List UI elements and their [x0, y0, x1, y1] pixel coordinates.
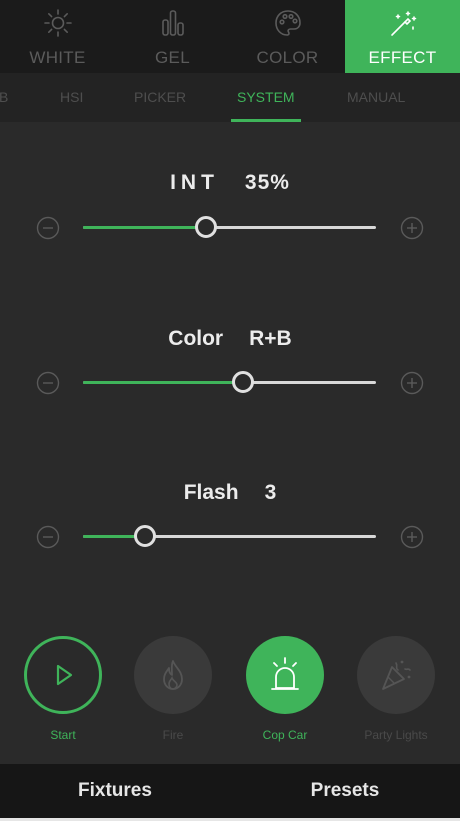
flash-slider[interactable]: [83, 525, 376, 547]
intensity-value: 35%: [244, 171, 290, 194]
effect-party-lights-circle: [357, 636, 435, 714]
effect-fire-label: Fire: [162, 728, 184, 742]
fixtures-button[interactable]: Fixtures: [0, 764, 230, 818]
effect-fire-button[interactable]: Fire: [118, 636, 228, 742]
gel-bars-icon: [158, 8, 188, 43]
effect-cop-car-button[interactable]: Cop Car: [230, 636, 340, 742]
tab-color-label: COLOR: [256, 48, 319, 67]
tab-picker[interactable]: PICKER: [134, 73, 186, 122]
color-label: Color: [168, 327, 224, 350]
tab-gel-label: GEL: [155, 48, 190, 67]
color-title: Color R+B: [0, 327, 460, 351]
color-slider-fill: [83, 381, 243, 384]
active-tab-indicator: [231, 119, 301, 122]
intensity-slider[interactable]: [83, 216, 376, 238]
tab-gel[interactable]: GEL: [115, 0, 230, 73]
party-popper-icon: [382, 660, 411, 690]
effect-cop-car-label: Cop Car: [262, 728, 308, 742]
color-decrease-button[interactable]: [36, 371, 60, 395]
color-slider-thumb[interactable]: [231, 371, 254, 393]
effect-buttons-row: Start Fire Cop Car Party Lights: [0, 620, 460, 764]
flash-title: Flash 3: [0, 481, 460, 505]
color-slider[interactable]: [83, 371, 376, 393]
intensity-title: INT 35%: [0, 171, 460, 195]
tab-effect[interactable]: EFFECT: [345, 0, 460, 73]
siren-icon: [271, 657, 299, 690]
effect-party-lights-label: Party Lights: [364, 728, 428, 742]
tab-white-label: WHITE: [29, 48, 86, 67]
tab-effect-label: EFFECT: [368, 48, 437, 67]
mode-tab-bar: WHITE GEL COLOR EFFECT: [0, 0, 460, 73]
palette-icon: [273, 8, 303, 43]
tab-picker-label: PICKER: [134, 89, 187, 105]
effect-sub-tab-bar: B HSI PICKER SYSTEM MANUAL: [0, 73, 460, 122]
color-increase-button[interactable]: [400, 371, 424, 395]
sun-icon: [43, 8, 73, 43]
effect-start-circle: [24, 636, 102, 714]
tab-system-label: SYSTEM: [237, 89, 295, 105]
tab-manual-label: MANUAL: [347, 89, 406, 105]
intensity-decrease-button[interactable]: [36, 216, 60, 240]
magic-wand-icon: [388, 8, 418, 43]
color-value: R+B: [249, 327, 292, 350]
bottom-nav-bar: Fixtures Presets: [0, 764, 460, 818]
flash-decrease-button[interactable]: [36, 525, 60, 549]
effect-party-lights-button[interactable]: Party Lights: [341, 636, 451, 742]
tab-white[interactable]: WHITE: [0, 0, 115, 73]
intensity-label: INT: [170, 171, 219, 194]
tab-rgb[interactable]: B: [0, 73, 8, 122]
effect-cop-car-circle: [246, 636, 324, 714]
flash-increase-button[interactable]: [400, 525, 424, 549]
flash-value: 3: [264, 481, 277, 504]
play-icon: [56, 664, 73, 686]
intensity-slider-fill: [83, 226, 207, 229]
intensity-slider-thumb[interactable]: [195, 216, 218, 238]
intensity-increase-button[interactable]: [400, 216, 424, 240]
effect-start-button[interactable]: Start: [8, 636, 118, 742]
tab-color[interactable]: COLOR: [230, 0, 345, 73]
flame-icon: [163, 660, 183, 690]
tab-system[interactable]: SYSTEM: [231, 73, 301, 122]
tab-hsi[interactable]: HSI: [60, 73, 83, 122]
effect-start-label: Start: [50, 728, 76, 742]
flash-label: Flash: [183, 481, 239, 504]
effect-fire-circle: [134, 636, 212, 714]
tab-hsi-label: HSI: [60, 89, 84, 105]
tab-manual[interactable]: MANUAL: [347, 73, 405, 122]
flash-slider-thumb[interactable]: [133, 525, 156, 547]
tab-rgb-label: B: [0, 89, 9, 105]
presets-button[interactable]: Presets: [230, 764, 460, 818]
